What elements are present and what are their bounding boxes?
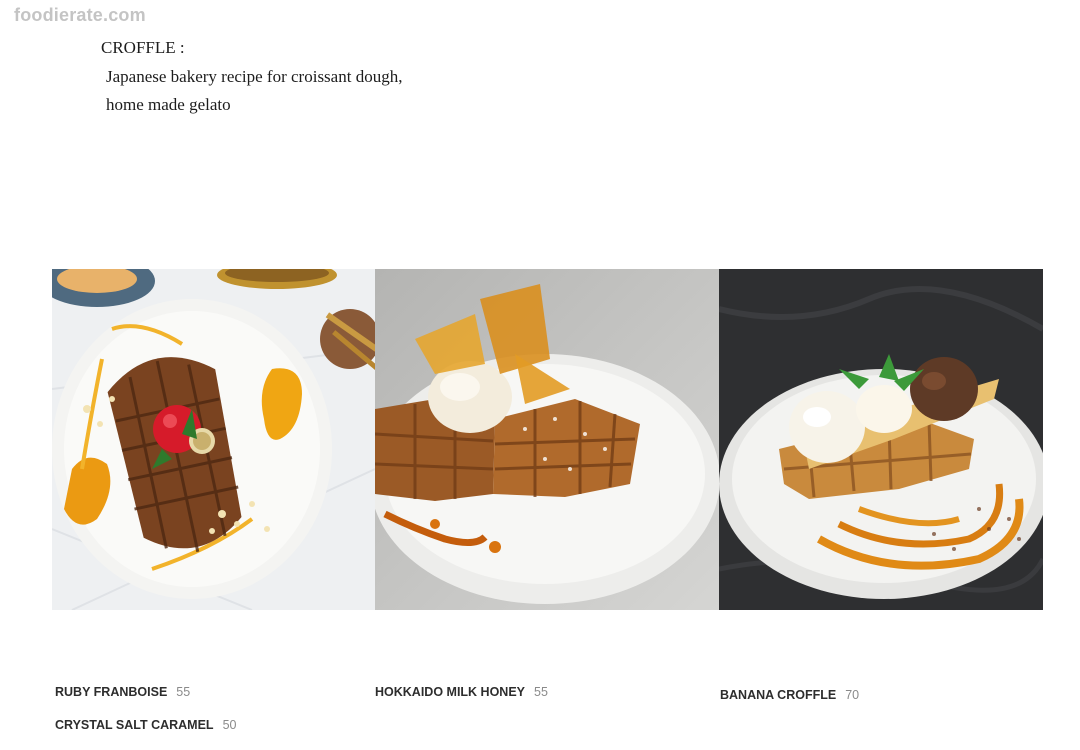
- menu-item-name: RUBY FRANBOISE: [55, 685, 168, 699]
- menu-item-price: 70: [845, 688, 860, 702]
- section-heading: CROFFLE :: [101, 38, 185, 57]
- menu-item-price: 55: [534, 685, 548, 699]
- menu-item-name: HOKKAIDO MILK HONEY: [375, 685, 525, 699]
- menu-item-price: 55: [176, 685, 191, 699]
- menu-item: BANANA CROFFLE 70: [720, 688, 859, 702]
- photo-hokkaido-milk-honey: [375, 269, 719, 610]
- menu-item-name: BANANA CROFFLE: [720, 688, 837, 702]
- photo-ruby-franboise: [52, 269, 375, 610]
- description-line: Japanese bakery recipe for croissant dou…: [106, 67, 403, 86]
- description-line: home made gelato: [106, 95, 231, 114]
- menu-item: RUBY FRANBOISE 55: [55, 685, 190, 699]
- menu-item: CRYSTAL SALT CARAMEL 50: [55, 718, 236, 732]
- menu-item-name: CRYSTAL SALT CARAMEL: [55, 718, 214, 732]
- menu-item-price: 50: [222, 718, 237, 732]
- photo-banana-croffle: [719, 269, 1043, 610]
- watermark: foodierate.com: [14, 5, 146, 25]
- menu-item: HOKKAIDO MILK HONEY 55: [375, 685, 548, 699]
